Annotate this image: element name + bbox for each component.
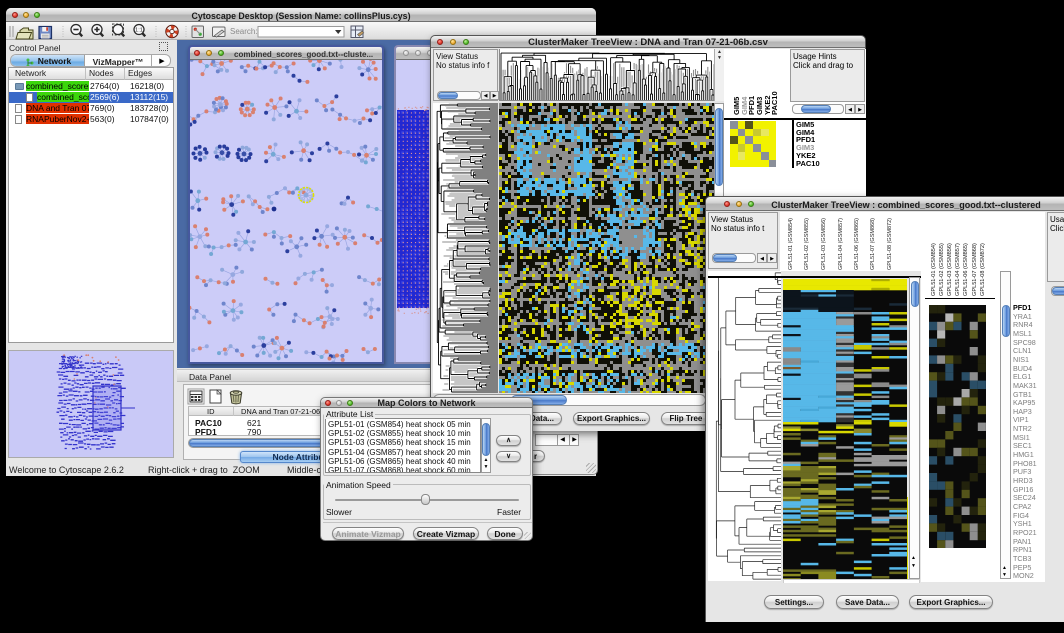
svg-text:Search:: Search: <box>230 27 258 36</box>
svg-text:1:1: 1:1 <box>135 28 143 34</box>
